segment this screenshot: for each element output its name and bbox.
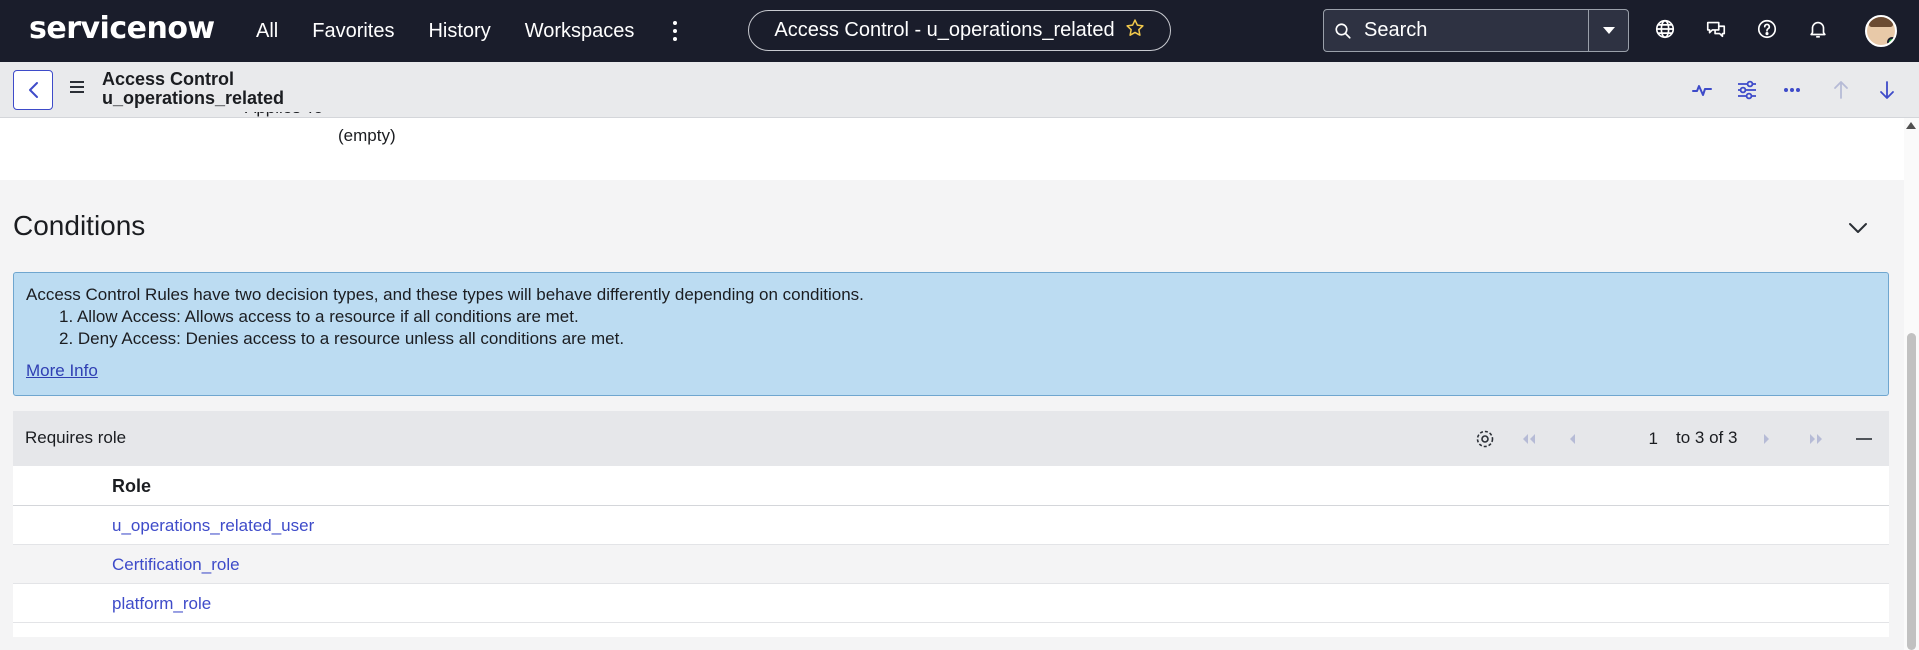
search-scope-dropdown[interactable] — [1588, 10, 1628, 51]
more-icon[interactable] — [1783, 78, 1801, 102]
arrow-down-icon[interactable] — [1879, 78, 1895, 102]
presence-dot — [1887, 37, 1895, 45]
sliders-icon[interactable] — [1737, 78, 1757, 102]
chevron-left-icon — [29, 82, 38, 98]
previous-page-icon[interactable] — [1566, 424, 1578, 454]
record-heading: Access Control u_operations_related — [102, 70, 284, 108]
column-header-role[interactable]: Role — [13, 466, 1889, 506]
list-header: Requires role 1 to 3 of 3 — [13, 411, 1889, 466]
gear-icon[interactable] — [1474, 424, 1496, 454]
minimize-icon[interactable] — [1855, 424, 1873, 454]
arrow-up-icon[interactable] — [1833, 78, 1849, 102]
activity-icon[interactable] — [1692, 78, 1712, 102]
search-icon — [1335, 22, 1351, 39]
last-page-icon[interactable] — [1806, 424, 1826, 454]
record-title: Access Control - u_operations_related — [774, 19, 1115, 41]
page-range-text: to 3 of 3 — [1676, 428, 1738, 447]
next-page-icon[interactable] — [1761, 424, 1773, 454]
scrollbar-thumb[interactable] — [1907, 333, 1916, 650]
help-icon[interactable] — [1754, 16, 1780, 42]
info-item-allow: 1. Allow Access: Allows access to a reso… — [59, 307, 579, 326]
first-page-icon[interactable] — [1519, 424, 1539, 454]
user-avatar[interactable] — [1865, 15, 1897, 47]
record-type: Access Control — [102, 69, 235, 89]
collapse-chevron-icon[interactable] — [1846, 216, 1870, 240]
scroll-up-icon[interactable] — [1906, 122, 1916, 129]
record-name: u_operations_related — [102, 88, 285, 108]
more-menu-icon[interactable] — [665, 16, 685, 46]
top-nav: servicenow All Favorites History Workspa… — [0, 0, 1919, 62]
globe-icon[interactable] — [1652, 16, 1678, 42]
more-info-link[interactable]: More Info — [26, 360, 98, 382]
form-section — [0, 118, 1904, 180]
role-link[interactable]: Certification_role — [112, 555, 240, 575]
search-input[interactable]: Search — [1364, 19, 1588, 42]
nav-link-favorites[interactable]: Favorites — [312, 20, 394, 43]
info-message: Access Control Rules have two decision t… — [13, 272, 1889, 396]
table-row: platform_role — [13, 584, 1889, 623]
star-icon[interactable] — [1125, 18, 1145, 44]
logo-text: servicenow — [29, 11, 215, 46]
chat-icon[interactable] — [1703, 16, 1729, 42]
record-title-pill[interactable]: Access Control - u_operations_related — [748, 10, 1171, 51]
info-item-deny: 2. Deny Access: Denies access to a resou… — [59, 329, 625, 348]
requires-role-list: Requires role 1 to 3 of 3 Role u_operati… — [13, 411, 1889, 637]
column-label: Role — [112, 476, 152, 496]
role-link[interactable]: platform_role — [112, 594, 211, 614]
applies-to-value: (empty) — [338, 126, 396, 145]
nav-link-history[interactable]: History — [428, 20, 490, 43]
nav-links: All Favorites History Workspaces — [256, 0, 668, 62]
nav-link-workspaces[interactable]: Workspaces — [525, 20, 635, 43]
top-icons — [1652, 16, 1831, 42]
back-button[interactable] — [13, 70, 53, 110]
global-search[interactable]: Search — [1323, 9, 1629, 52]
nav-link-all[interactable]: All — [256, 20, 278, 43]
record-header: Access Control u_operations_related — [0, 62, 1919, 118]
page-number-input[interactable]: 1 — [1600, 418, 1670, 458]
bell-icon[interactable] — [1805, 16, 1831, 42]
chevron-down-icon — [1602, 26, 1615, 34]
list-title: Requires role — [25, 428, 127, 447]
form-menu-icon[interactable] — [70, 81, 84, 96]
info-intro: Access Control Rules have two decision t… — [26, 285, 864, 304]
conditions-heading: Conditions — [13, 210, 146, 241]
table-row: u_operations_related_user — [13, 506, 1889, 545]
servicenow-logo[interactable]: servicenow — [29, 11, 215, 46]
table-row: Certification_role — [13, 545, 1889, 584]
role-link[interactable]: u_operations_related_user — [112, 516, 314, 536]
